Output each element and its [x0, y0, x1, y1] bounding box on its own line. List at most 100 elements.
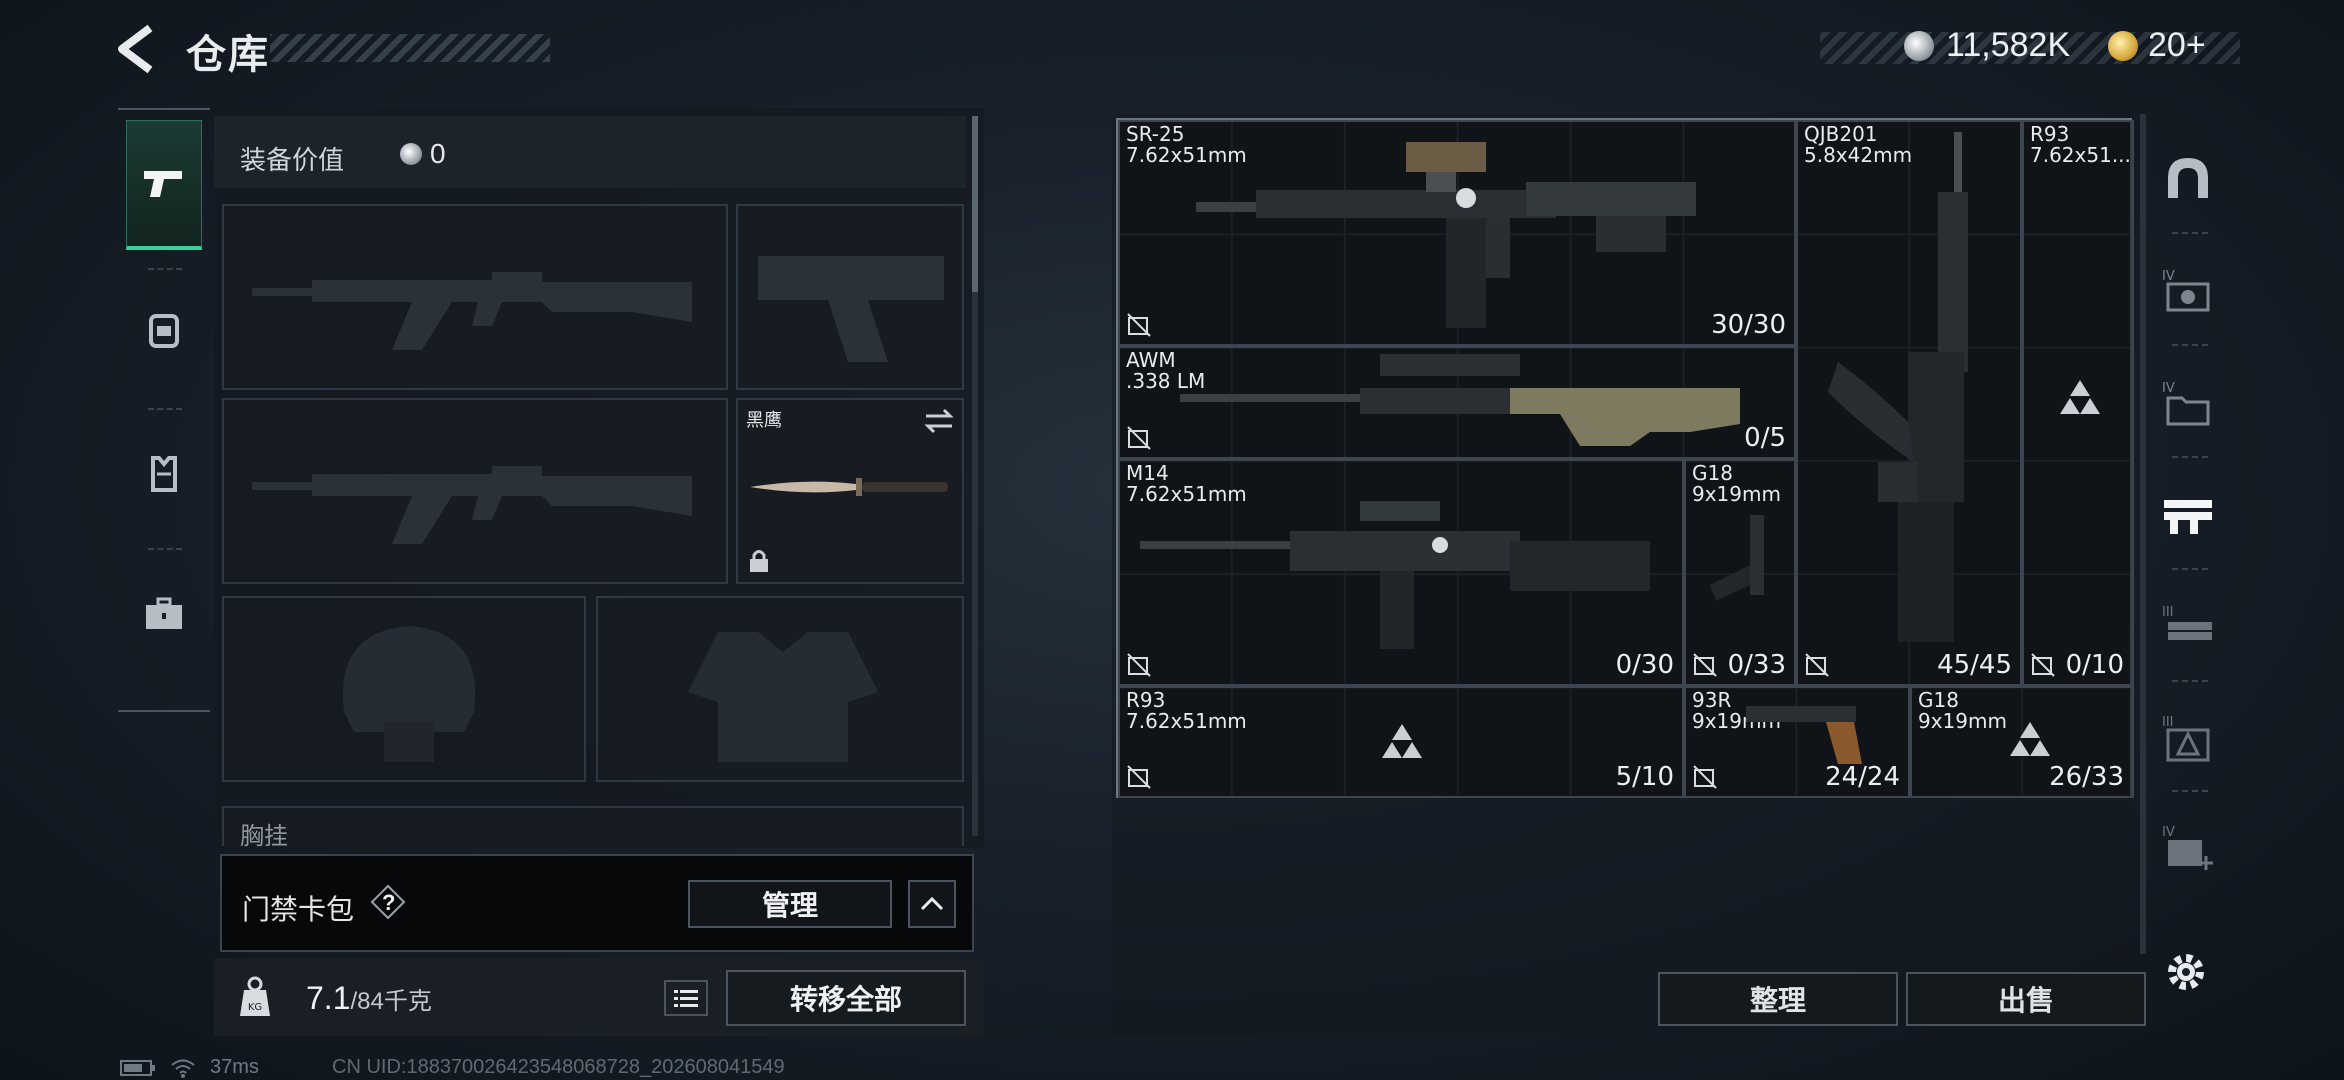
- nav-tier-3-weapons[interactable]: III: [2158, 598, 2218, 658]
- money-display[interactable]: 11,582K: [1904, 26, 2070, 65]
- weight-current: 7.1: [306, 980, 351, 1016]
- pistol-silhouette-icon: [758, 256, 944, 362]
- pistol-slot[interactable]: [736, 204, 964, 390]
- armor-slot[interactable]: [596, 596, 964, 782]
- weight-text: 7.1/84千克: [306, 980, 432, 1017]
- left-category-nav: [118, 108, 210, 712]
- backpack-icon: [149, 314, 179, 348]
- item-count: 26/33: [2049, 762, 2124, 792]
- unlock-status-icon: [1127, 313, 1151, 337]
- 93r-pistol-icon: [1746, 706, 1862, 764]
- list-view-button[interactable]: [664, 980, 708, 1016]
- equipment-value-number: 0: [430, 138, 446, 169]
- unlock-status-icon: [2031, 653, 2055, 677]
- gear-icon: [2168, 954, 2204, 990]
- weight-max: /84千克: [350, 988, 432, 1015]
- item-sr25[interactable]: SR-25 7.62x51mm 30/30: [1118, 120, 1796, 346]
- helmet-slot[interactable]: [222, 596, 586, 782]
- svg-text:KG: KG: [248, 1002, 262, 1013]
- triangle-rank-icon: [2010, 722, 2050, 756]
- tier-iv-folder-icon: IV: [2162, 381, 2210, 426]
- weight-icon: KG: [230, 972, 280, 1022]
- item-93r[interactable]: 93R 9x19mm 24/24: [1684, 686, 1910, 798]
- unlock-status-icon: [1805, 653, 1829, 677]
- weight-bar: KG 7.1/84千克 转移全部: [214, 958, 984, 1036]
- unlock-status-icon: [1127, 653, 1151, 677]
- equipment-value: 0: [400, 138, 446, 170]
- tier-iii-rifle-icon: III: [2162, 605, 2212, 640]
- item-name: M14 7.62x51mm: [1126, 461, 1247, 506]
- swap-icon[interactable]: [924, 408, 954, 434]
- ping-value: 37ms: [210, 1056, 259, 1078]
- nav-tier-3-armor[interactable]: III: [2158, 708, 2218, 768]
- arch-icon: [2168, 158, 2208, 198]
- item-count: 5/10: [1615, 762, 1674, 792]
- nav-tier-4-medical[interactable]: IV: [2158, 818, 2218, 878]
- item-name: G18 9x19mm: [1918, 688, 2007, 733]
- gold-coin-icon: [2108, 30, 2138, 61]
- chest-rig-section: 胸挂: [222, 806, 964, 850]
- g18-pistol-icon: [1710, 515, 1764, 601]
- nav-all[interactable]: [2158, 148, 2218, 208]
- melee-name: 黑鹰: [746, 410, 782, 430]
- ticket-display[interactable]: 20+: [2108, 26, 2206, 65]
- triangle-rank-icon: [1382, 724, 1422, 758]
- wifi-icon: [171, 1059, 195, 1078]
- nav-vest[interactable]: [126, 434, 202, 514]
- transfer-all-button[interactable]: 转移全部: [726, 970, 966, 1026]
- item-count: 0/33: [1727, 650, 1786, 680]
- item-count: 45/45: [1937, 650, 2012, 680]
- nav-tier-4-b[interactable]: IV: [2158, 374, 2218, 434]
- nav-backpack[interactable]: [126, 290, 202, 370]
- briefcase-icon: [146, 597, 182, 629]
- item-r93-tall[interactable]: R93 7.62x51... 0/10: [2022, 120, 2134, 686]
- item-awm[interactable]: AWM .338 LM 0/5: [1118, 346, 1796, 459]
- svg-text:III: III: [2162, 715, 2174, 730]
- svg-text:IV: IV: [2162, 825, 2175, 840]
- manage-button[interactable]: 管理: [688, 880, 892, 928]
- vest-icon: [151, 456, 177, 492]
- item-count: 0/30: [1615, 650, 1674, 680]
- back-arrow-icon: [118, 24, 153, 74]
- nav-case[interactable]: [126, 574, 202, 654]
- coin-icon: [1904, 30, 1934, 61]
- money-value: 11,582K: [1946, 26, 2071, 64]
- warehouse-panel: SR-25 7.62x51mm 30/30 QJB201 5.8x42mm 45…: [1112, 114, 2134, 1036]
- primary-weapon-slot-2[interactable]: [222, 398, 728, 584]
- helmet-silhouette-icon: [342, 626, 476, 762]
- tier-iv-medkit-icon: IV: [2162, 825, 2213, 870]
- item-count: 0/10: [2065, 650, 2124, 680]
- melee-slot[interactable]: 黑鹰: [736, 398, 964, 584]
- primary-weapon-slot-1[interactable]: [222, 204, 728, 390]
- unlock-status-icon: [1693, 653, 1717, 677]
- svg-text:III: III: [2162, 605, 2174, 620]
- nav-tier-4-a[interactable]: IV: [2158, 262, 2218, 322]
- rifle-silhouette-icon: [252, 466, 692, 544]
- unlock-status-icon: [1127, 426, 1151, 450]
- sort-button[interactable]: 整理: [1658, 972, 1898, 1026]
- title-decoration: [270, 34, 550, 62]
- expand-button[interactable]: [908, 880, 956, 928]
- status-footer: 37ms: [120, 1056, 259, 1079]
- rifle-silhouette-icon: [252, 272, 692, 350]
- item-name: G18 9x19mm: [1692, 461, 1781, 506]
- settings-button[interactable]: [2162, 948, 2210, 996]
- nav-weapons[interactable]: [126, 120, 202, 250]
- item-g18-tall[interactable]: G18 9x19mm 0/33: [1684, 459, 1796, 686]
- item-qjb201[interactable]: QJB201 5.8x42mm 45/45: [1796, 120, 2022, 686]
- sell-button[interactable]: 出售: [1906, 972, 2146, 1026]
- tier-iv-camera-icon: IV: [2162, 269, 2210, 312]
- item-m14[interactable]: M14 7.62x51mm 0/30: [1118, 459, 1684, 686]
- equipment-scrollbar-thumb[interactable]: [972, 116, 978, 292]
- equipment-value-label: 装备价值: [240, 145, 345, 175]
- back-button[interactable]: [116, 24, 160, 74]
- nav-weapons-active[interactable]: [2158, 486, 2218, 546]
- item-g18[interactable]: G18 9x19mm 26/33: [1910, 686, 2134, 798]
- right-category-nav: IV IV III III IV: [2148, 108, 2224, 1008]
- unlock-status-icon: [1127, 765, 1151, 789]
- ticket-value: 20+: [2148, 26, 2206, 64]
- item-r93[interactable]: R93 7.62x51mm 5/10: [1118, 686, 1684, 798]
- triangle-rank-icon: [2060, 380, 2100, 414]
- warehouse-scrollbar[interactable]: [2140, 114, 2146, 954]
- help-button[interactable]: ?: [370, 884, 406, 920]
